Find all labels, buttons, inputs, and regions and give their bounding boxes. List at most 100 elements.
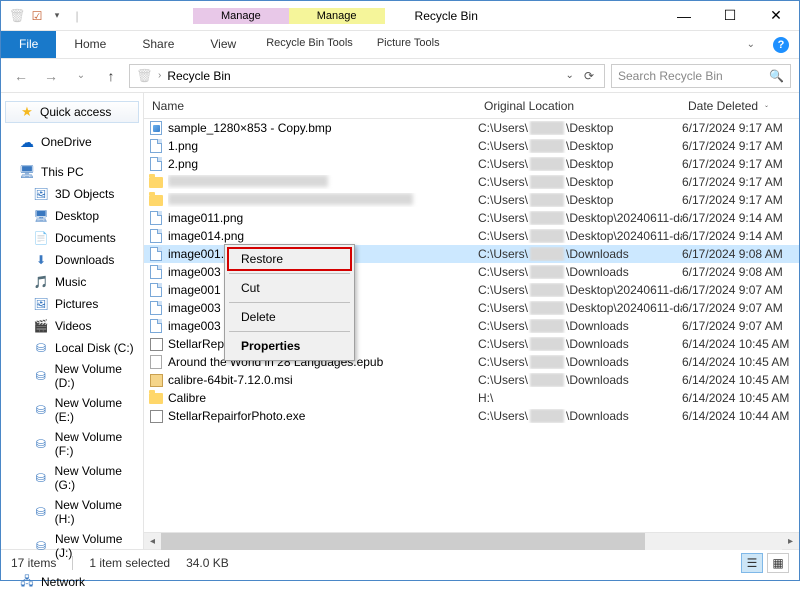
scroll-right-button[interactable]: ▸ xyxy=(782,533,799,550)
sidebar-item[interactable]: 🖼Pictures xyxy=(1,293,143,315)
file-date-deleted: 6/17/2024 9:17 AM xyxy=(682,121,799,135)
drive-icon: ⛁ xyxy=(33,504,49,520)
address-path[interactable]: 🗑 › Recycle Bin ⌄ ⟳ xyxy=(129,64,605,88)
ribbon-picture-tools-tab[interactable]: Picture Tools xyxy=(365,31,452,58)
sidebar-item[interactable]: ⬇Downloads xyxy=(1,249,143,271)
file-row[interactable]: sample_1280×853 - Copy.bmpC:\Users\████\… xyxy=(144,119,799,137)
column-date-deleted[interactable]: Date Deleted ⌄ xyxy=(680,99,799,113)
refresh-icon[interactable]: ⟳ xyxy=(580,69,598,83)
horizontal-scrollbar[interactable]: ◂ ▸ xyxy=(144,532,799,549)
sidebar-item[interactable]: ⛁New Volume (F:) xyxy=(1,427,143,461)
drive-icon: ⛁ xyxy=(33,470,49,486)
nav-forward-button[interactable]: → xyxy=(39,64,63,88)
file-row[interactable]: 2.pngC:\Users\████\Desktop6/17/2024 9:17… xyxy=(144,155,799,173)
file-row[interactable]: ████████████████████████████████████████… xyxy=(144,191,799,209)
sidebar-item-network[interactable]: 🖧 Network xyxy=(1,571,143,593)
file-type-png-icon xyxy=(148,228,164,244)
contextual-tab-recycle[interactable]: Manage xyxy=(193,8,289,24)
sidebar-item-label: New Volume (D:) xyxy=(55,362,143,390)
context-separator xyxy=(229,302,350,303)
file-name: sample_1280×853 - Copy.bmp xyxy=(168,121,478,135)
context-properties[interactable]: Properties xyxy=(227,334,352,358)
recycle-bin-path-icon: 🗑 xyxy=(136,68,152,84)
sidebar-item[interactable]: ⛁New Volume (H:) xyxy=(1,495,143,529)
sidebar-item[interactable]: 📄Documents xyxy=(1,227,143,249)
ribbon-home-tab[interactable]: Home xyxy=(56,31,124,58)
column-original-location[interactable]: Original Location xyxy=(476,99,680,113)
context-delete[interactable]: Delete xyxy=(227,305,352,329)
sidebar-item-label: Downloads xyxy=(55,253,114,267)
sidebar-item[interactable]: ⛁New Volume (E:) xyxy=(1,393,143,427)
sidebar-item-onedrive[interactable]: ☁ OneDrive xyxy=(1,131,143,153)
file-original-location: C:\Users\████\Desktop xyxy=(478,121,682,135)
file-type-png-icon xyxy=(148,210,164,226)
file-type-png-icon xyxy=(148,246,164,262)
pictures-icon: 🖼 xyxy=(33,296,49,312)
file-original-location: C:\Users\████\Desktop xyxy=(478,157,682,171)
sidebar-item[interactable]: ⛁New Volume (D:) xyxy=(1,359,143,393)
file-row[interactable]: 1.pngC:\Users\████\Desktop6/17/2024 9:17… xyxy=(144,137,799,155)
context-menu: Restore Cut Delete Properties xyxy=(224,244,355,361)
scroll-left-button[interactable]: ◂ xyxy=(144,533,161,550)
qat-dropdown-icon[interactable]: ▾ xyxy=(49,8,65,24)
scroll-thumb[interactable] xyxy=(161,533,645,550)
videos-icon: 🎬 xyxy=(33,318,49,334)
file-row[interactable]: calibre-64bit-7.12.0.msiC:\Users\████\Do… xyxy=(144,371,799,389)
column-name[interactable]: Name xyxy=(144,99,476,113)
file-date-deleted: 6/17/2024 9:08 AM xyxy=(682,247,799,261)
ribbon-file-tab[interactable]: File xyxy=(1,31,56,58)
sidebar-item[interactable]: ⛁New Volume (G:) xyxy=(1,461,143,495)
file-row[interactable]: CalibreH:\6/14/2024 10:45 AM xyxy=(144,389,799,407)
file-original-location: C:\Users\████\Downloads xyxy=(478,319,682,333)
close-button[interactable]: ✕ xyxy=(753,1,799,31)
file-original-location: C:\Users\████\Downloads xyxy=(478,409,682,423)
view-thumbnails-button[interactable]: ▦ xyxy=(767,553,789,573)
address-dropdown-icon[interactable]: ⌄ xyxy=(566,70,574,81)
nav-up-button[interactable]: ↑ xyxy=(99,64,123,88)
qat-properties-icon[interactable]: ☑ xyxy=(29,8,45,24)
address-location[interactable]: Recycle Bin xyxy=(167,69,230,83)
file-original-location: C:\Users\████\Desktop\20240611-data-re..… xyxy=(478,301,682,315)
column-headers: Name Original Location Date Deleted ⌄ xyxy=(144,93,799,119)
ribbon-recycle-tools-tab[interactable]: Recycle Bin Tools xyxy=(254,31,365,58)
file-name: ████████████████████████████████████████… xyxy=(168,193,478,207)
file-row[interactable]: image014.pngC:\Users\████\Desktop\202406… xyxy=(144,227,799,245)
file-row[interactable]: StellarRepairforPhoto.exeC:\Users\████\D… xyxy=(144,407,799,425)
sidebar-item-label: OneDrive xyxy=(41,135,92,149)
sidebar-item-label: New Volume (E:) xyxy=(55,396,143,424)
file-name: 1.png xyxy=(168,139,478,153)
file-original-location: C:\Users\████\Desktop\20240611-data-re..… xyxy=(478,211,682,225)
chevron-right-icon[interactable]: › xyxy=(158,70,161,81)
file-row[interactable]: image011.pngC:\Users\████\Desktop\202406… xyxy=(144,209,799,227)
sidebar-item[interactable]: 🖥Desktop xyxy=(1,205,143,227)
search-input[interactable]: Search Recycle Bin 🔍 xyxy=(611,64,791,88)
sidebar-item-quick-access[interactable]: ★ Quick access xyxy=(5,101,139,123)
maximize-button[interactable]: ☐ xyxy=(707,1,753,31)
sidebar-item[interactable]: 🎬Videos xyxy=(1,315,143,337)
help-icon[interactable]: ? xyxy=(773,37,789,53)
file-row[interactable]: ████████████████████████████████C:\Users… xyxy=(144,173,799,191)
drive-icon: ⛁ xyxy=(33,436,49,452)
sidebar-item[interactable]: ⛁Local Disk (C:) xyxy=(1,337,143,359)
sidebar-item[interactable]: 🖼3D Objects xyxy=(1,183,143,205)
sidebar-item[interactable]: 🎵Music xyxy=(1,271,143,293)
context-restore[interactable]: Restore xyxy=(227,247,352,271)
minimize-button[interactable]: — xyxy=(661,1,707,31)
recycle-bin-icon: 🗑 xyxy=(9,8,25,24)
window-title: Recycle Bin xyxy=(415,9,478,23)
ribbon-collapse-icon[interactable]: ⌄ xyxy=(737,39,765,50)
ribbon: File Home Share View Recycle Bin Tools P… xyxy=(1,31,799,59)
nav-recent-dropdown[interactable]: ⌄ xyxy=(69,64,93,88)
nav-back-button[interactable]: ← xyxy=(9,64,33,88)
file-original-location: C:\Users\████\Downloads xyxy=(478,355,682,369)
view-details-button[interactable]: ☰ xyxy=(741,553,763,573)
file-type-msi-icon xyxy=(148,372,164,388)
ribbon-share-tab[interactable]: Share xyxy=(124,31,192,58)
file-name: ████████████████████████████████ xyxy=(168,175,478,189)
contextual-tab-picture[interactable]: Manage xyxy=(289,8,385,24)
ribbon-view-tab[interactable]: View xyxy=(192,31,254,58)
sidebar-item-this-pc[interactable]: 🖥 This PC xyxy=(1,161,143,183)
scroll-track[interactable] xyxy=(161,533,782,550)
status-separator xyxy=(72,556,73,570)
context-cut[interactable]: Cut xyxy=(227,276,352,300)
